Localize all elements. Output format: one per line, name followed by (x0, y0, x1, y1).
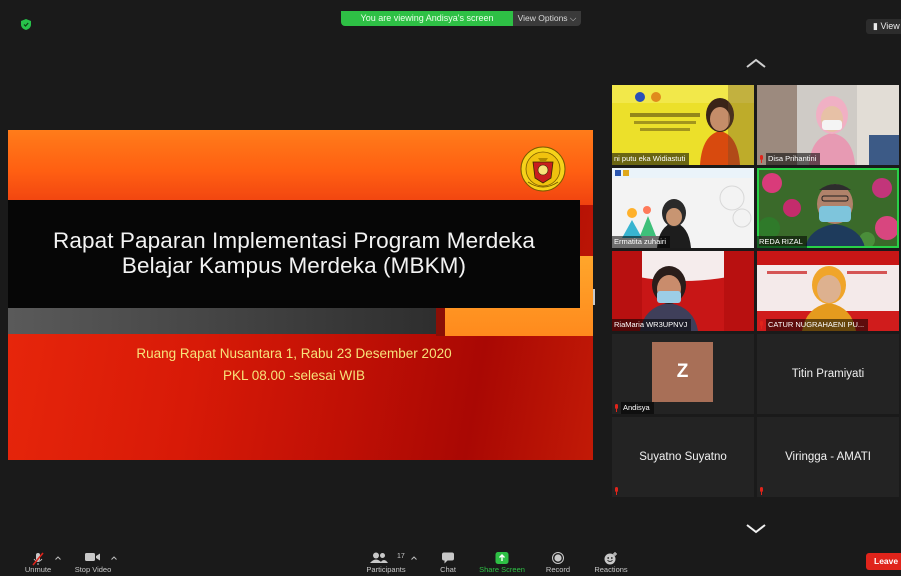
unmute-label: Unmute (24, 565, 52, 574)
slide-orange-banner (8, 130, 593, 205)
muted-mic-icon (760, 155, 763, 163)
participant-tile-active-speaker[interactable]: REDA RIZAL (757, 168, 899, 248)
chat-icon (442, 552, 454, 564)
participant-name: Titin Pramiyati (791, 368, 865, 380)
muted-mic-icon (760, 321, 763, 329)
avatar: Z (652, 342, 713, 402)
shared-screen-slide: Rapat Paparan Implementasi Program Merde… (8, 130, 593, 460)
slide-subtitle-line-1: Ruang Rapat Nusantara 1, Rabu 23 Desembe… (136, 346, 452, 361)
participant-name: Andisya (621, 402, 654, 414)
chat-button[interactable]: Chat (432, 548, 464, 576)
muted-microphone-icon (32, 552, 44, 566)
reactions-button[interactable]: Reactions (591, 548, 631, 576)
audio-options-caret-icon[interactable] (55, 556, 61, 560)
reactions-label: Reactions (594, 565, 628, 574)
viewing-screen-banner: You are viewing Andisya's screen (341, 11, 513, 26)
unmute-button[interactable]: Unmute (22, 548, 54, 576)
view-options-dropdown[interactable]: View Options ⌵ (513, 11, 581, 26)
chat-label: Chat (440, 565, 456, 574)
participant-tile[interactable]: Titin Pramiyati (757, 334, 899, 414)
record-label: Record (545, 565, 571, 574)
participant-tile[interactable]: RiaMaria WR3UPNVJ (612, 251, 754, 331)
muted-mic-icon (760, 487, 763, 495)
share-screen-icon (495, 552, 509, 564)
participant-name: CATUR NUGRAHAENI PU... (766, 319, 869, 331)
slide-title-line-1: Rapat Paparan Implementasi Program Merde… (53, 228, 535, 253)
splitter-handle[interactable] (593, 289, 595, 305)
slide-red-separator (436, 308, 445, 336)
stop-video-label: Stop Video (74, 565, 112, 574)
participant-tile[interactable]: Ermatita zuhairi (612, 168, 754, 248)
share-screen-button[interactable]: Share Screen (476, 548, 528, 576)
slide-gray-bar (8, 308, 436, 334)
reactions-smiley-icon (604, 552, 617, 565)
participant-tile[interactable]: ni putu eka Widiastuti (612, 85, 754, 165)
muted-mic-icon (615, 487, 618, 495)
participant-name: Disa Prihantini (766, 153, 821, 165)
participant-name: REDA RIZAL (757, 236, 807, 248)
leave-meeting-button[interactable]: Leave (866, 553, 901, 570)
muted-mic-icon (615, 404, 618, 412)
security-shield-icon[interactable] (21, 19, 31, 30)
slide-subtitle-line-2: PKL 08.00 -selesai WIB (222, 368, 366, 383)
university-logo-icon (520, 146, 566, 192)
participants-count: 17 (397, 553, 405, 560)
chevron-down-icon[interactable] (745, 522, 767, 534)
participant-name: ni putu eka Widiastuti (612, 153, 690, 165)
record-button[interactable]: Record (541, 548, 575, 576)
video-camera-icon (85, 553, 100, 561)
participant-tile[interactable]: Z Andisya (612, 334, 754, 414)
view-layout-button[interactable]: ▮ View (866, 19, 901, 34)
slide-title: Rapat Paparan Implementasi Program Merde… (8, 228, 580, 278)
slide-title-line-2: Belajar Kampus Merdeka (MBKM) (121, 253, 467, 278)
participant-tile[interactable]: Viringga - AMATI (757, 417, 899, 497)
participant-tile[interactable]: CATUR NUGRAHAENI PU... (757, 251, 899, 331)
chevron-up-icon[interactable] (745, 57, 767, 69)
zoom-meeting-window: You are viewing Andisya's screen View Op… (0, 0, 901, 576)
participant-name: Ermatita zuhairi (612, 236, 671, 248)
participant-tile[interactable]: Suyatno Suyatno (612, 417, 754, 497)
share-screen-label: Share Screen (479, 565, 525, 574)
video-options-caret-icon[interactable] (111, 556, 117, 560)
stop-video-button[interactable]: Stop Video (72, 548, 114, 576)
participant-name: Suyatno Suyatno (639, 451, 727, 463)
participants-icon (370, 552, 388, 563)
participant-name: RiaMaria WR3UPNVJ (612, 319, 692, 331)
meeting-toolbar: Unmute Stop Video Participants 17 Chat S… (0, 548, 901, 576)
participants-options-caret-icon[interactable] (411, 556, 417, 560)
participants-label: Participants (366, 565, 406, 574)
participant-name: Viringga - AMATI (785, 451, 871, 463)
record-icon (552, 552, 564, 564)
participant-tile[interactable]: Disa Prihantini (757, 85, 899, 165)
